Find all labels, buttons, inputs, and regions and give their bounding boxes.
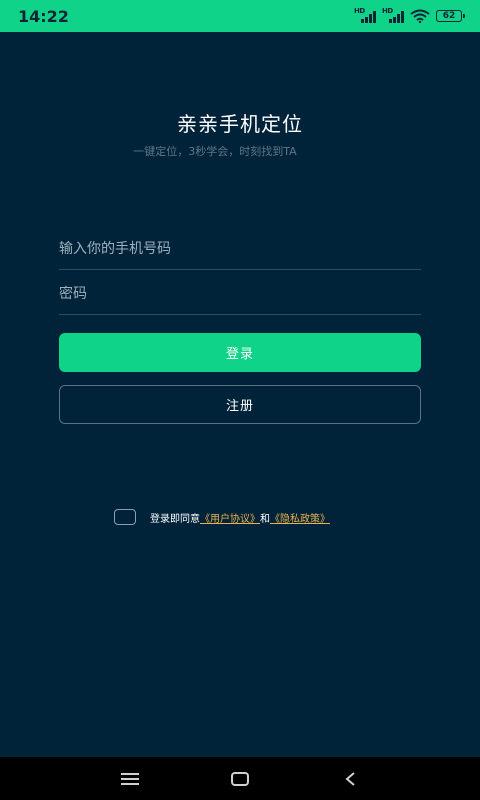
navigation-bar [0, 757, 480, 800]
wifi-icon [410, 9, 430, 23]
agreement-checkbox[interactable] [114, 509, 136, 525]
back-icon[interactable] [335, 764, 365, 794]
register-button[interactable]: 注册 [59, 385, 421, 424]
password-field [59, 273, 421, 315]
signal-icon: HD [354, 7, 376, 24]
menu-icon[interactable] [115, 764, 145, 794]
user-agreement-link[interactable]: 《用户协议》 [200, 510, 260, 525]
signal-icon: HD [382, 7, 404, 24]
battery-icon: 62 [436, 10, 465, 22]
agreement-conjunction: 和 [260, 513, 270, 525]
login-button[interactable]: 登录 [59, 333, 421, 372]
status-bar: 14:22 HD HD 62 [0, 0, 480, 32]
app-subtitle: 一键定位，3秒学会，时刻找到TA [133, 145, 297, 158]
privacy-policy-link[interactable]: 《隐私政策》 [270, 510, 330, 525]
phone-field [59, 228, 421, 270]
phone-input[interactable] [59, 228, 421, 269]
agreement-row: 登录即同意 《用户协议》 和 《隐私政策》 [114, 509, 330, 525]
status-icons: HD HD 62 [354, 7, 465, 24]
password-input[interactable] [59, 273, 421, 314]
battery-level: 62 [442, 10, 456, 21]
home-icon[interactable] [225, 764, 255, 794]
app-title: 亲亲手机定位 [177, 112, 303, 136]
agreement-prefix: 登录即同意 [150, 513, 200, 525]
status-time: 14:22 [18, 6, 69, 26]
